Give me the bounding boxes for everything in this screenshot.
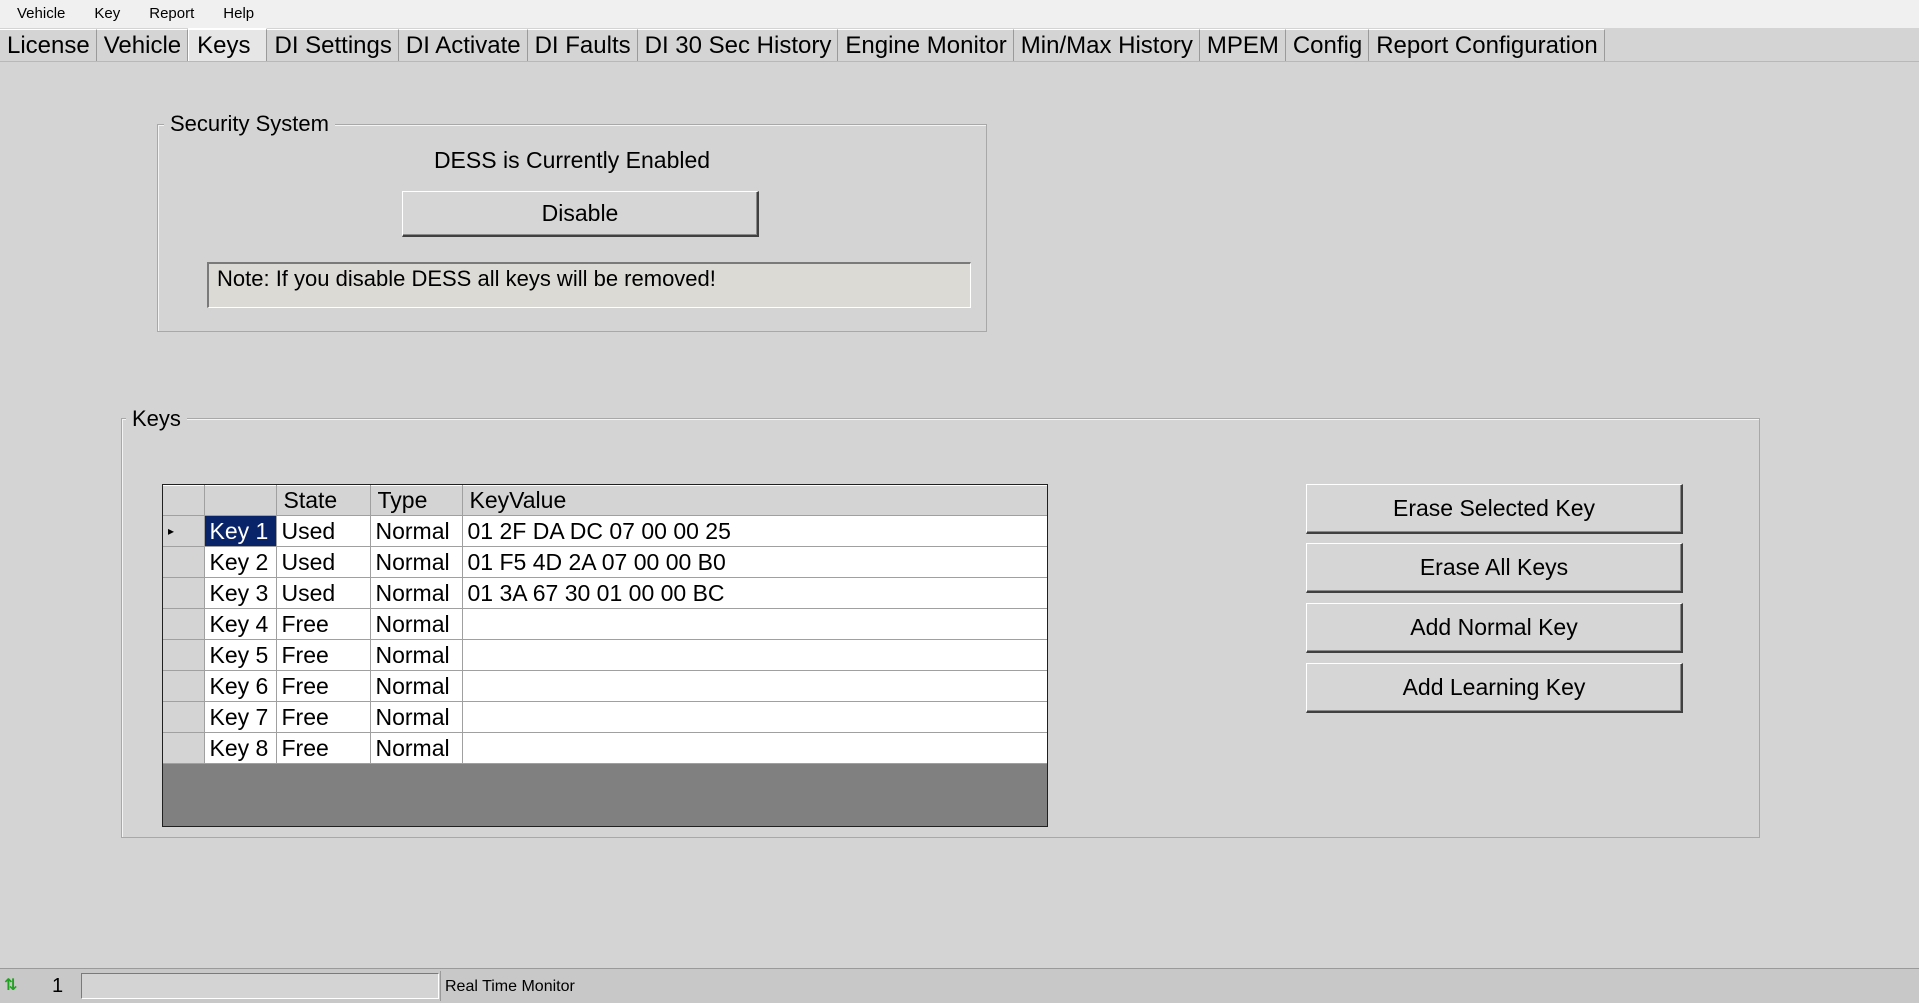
state-cell[interactable]: Free bbox=[276, 732, 371, 764]
tab-mpem[interactable]: MPEM bbox=[1199, 29, 1286, 61]
state-cell[interactable]: Free bbox=[276, 701, 371, 733]
menu-bar: Vehicle Key Report Help bbox=[0, 0, 1919, 29]
tab-di-30-sec-history[interactable]: DI 30 Sec History bbox=[637, 29, 839, 61]
type-cell[interactable]: Normal bbox=[370, 515, 463, 547]
keyvalue-cell[interactable] bbox=[462, 608, 1047, 640]
row-selector[interactable] bbox=[163, 546, 205, 578]
status-divider bbox=[440, 971, 441, 1001]
menu-vehicle[interactable]: Vehicle bbox=[0, 0, 77, 28]
tab-report-configuration[interactable]: Report Configuration bbox=[1369, 29, 1605, 61]
key-name-cell[interactable]: Key 6 bbox=[204, 670, 277, 702]
type-cell[interactable]: Normal bbox=[370, 546, 463, 578]
keys-table[interactable]: State Type KeyValue ▸ Key 1 Used Normal … bbox=[162, 484, 1048, 827]
erase-all-keys-button[interactable]: Erase All Keys bbox=[1306, 543, 1683, 593]
tab-engine-monitor[interactable]: Engine Monitor bbox=[838, 29, 1014, 61]
keyvalue-cell[interactable]: 01 3A 67 30 01 00 00 BC bbox=[462, 577, 1047, 609]
tab-config[interactable]: Config bbox=[1285, 29, 1370, 61]
key-name-cell[interactable]: Key 7 bbox=[204, 701, 277, 733]
type-cell[interactable]: Normal bbox=[370, 732, 463, 764]
dess-note: Note: If you disable DESS all keys will … bbox=[207, 262, 971, 308]
security-system-group: Security System DESS is Currently Enable… bbox=[157, 112, 987, 332]
row-selector[interactable] bbox=[163, 670, 205, 702]
table-row[interactable]: Key 8 Free Normal bbox=[163, 732, 1047, 764]
table-row[interactable]: Key 4 Free Normal bbox=[163, 608, 1047, 640]
keyvalue-cell[interactable] bbox=[462, 701, 1047, 733]
table-row[interactable]: Key 2 Used Normal 01 F5 4D 2A 07 00 00 B… bbox=[163, 546, 1047, 578]
key-name-cell[interactable]: Key 2 bbox=[204, 546, 277, 578]
key-name-cell[interactable]: Key 3 bbox=[204, 577, 277, 609]
key-name-cell[interactable]: Key 8 bbox=[204, 732, 277, 764]
dess-status-text: DESS is Currently Enabled bbox=[433, 147, 711, 173]
row-selector[interactable] bbox=[163, 608, 205, 640]
status-progress-bar bbox=[81, 973, 439, 999]
state-cell[interactable]: Used bbox=[276, 577, 371, 609]
key-name-cell[interactable]: Key 5 bbox=[204, 639, 277, 671]
table-row[interactable]: Key 3 Used Normal 01 3A 67 30 01 00 00 B… bbox=[163, 577, 1047, 609]
real-time-monitor-label: Real Time Monitor bbox=[445, 978, 575, 995]
menu-report[interactable]: Report bbox=[132, 0, 206, 28]
type-cell[interactable]: Normal bbox=[370, 639, 463, 671]
add-learning-key-button[interactable]: Add Learning Key bbox=[1306, 663, 1683, 713]
add-normal-key-button[interactable]: Add Normal Key bbox=[1306, 603, 1683, 653]
tab-license[interactable]: License bbox=[0, 29, 97, 61]
keyvalue-cell[interactable] bbox=[462, 639, 1047, 671]
tab-di-settings[interactable]: DI Settings bbox=[267, 29, 399, 61]
keyvalue-cell[interactable]: 01 F5 4D 2A 07 00 00 B0 bbox=[462, 546, 1047, 578]
type-cell[interactable]: Normal bbox=[370, 670, 463, 702]
type-cell[interactable]: Normal bbox=[370, 608, 463, 640]
key-name-cell[interactable]: Key 4 bbox=[204, 608, 277, 640]
row-selector[interactable] bbox=[163, 701, 205, 733]
state-column-header[interactable]: State bbox=[276, 485, 371, 516]
tab-vehicle[interactable]: Vehicle bbox=[96, 29, 189, 61]
row-selector[interactable] bbox=[163, 732, 205, 764]
tab-di-faults[interactable]: DI Faults bbox=[527, 29, 638, 61]
table-header-row: State Type KeyValue bbox=[163, 485, 1047, 516]
table-row[interactable]: Key 6 Free Normal bbox=[163, 670, 1047, 702]
state-cell[interactable]: Used bbox=[276, 546, 371, 578]
table-row[interactable]: Key 5 Free Normal bbox=[163, 639, 1047, 671]
state-cell[interactable]: Free bbox=[276, 670, 371, 702]
erase-selected-key-button[interactable]: Erase Selected Key bbox=[1306, 484, 1683, 534]
row-header-column bbox=[163, 485, 205, 516]
disable-button[interactable]: Disable bbox=[402, 191, 759, 237]
type-cell[interactable]: Normal bbox=[370, 701, 463, 733]
menu-key[interactable]: Key bbox=[77, 0, 132, 28]
status-count: 1 bbox=[52, 975, 64, 997]
keyvalue-cell[interactable] bbox=[462, 670, 1047, 702]
row-selector[interactable] bbox=[163, 639, 205, 671]
table-row[interactable]: ▸ Key 1 Used Normal 01 2F DA DC 07 00 00… bbox=[163, 515, 1047, 547]
tab-di-activate[interactable]: DI Activate bbox=[398, 29, 528, 61]
transfer-arrows-icon: ⇅ bbox=[4, 977, 18, 994]
tab-bar: License Vehicle Keys DI Settings DI Acti… bbox=[0, 28, 1919, 62]
state-cell[interactable]: Used bbox=[276, 515, 371, 547]
type-column-header[interactable]: Type bbox=[370, 485, 463, 516]
keyvalue-cell[interactable]: 01 2F DA DC 07 00 00 25 bbox=[462, 515, 1047, 547]
state-cell[interactable]: Free bbox=[276, 608, 371, 640]
key-name-cell[interactable]: Key 1 bbox=[204, 515, 277, 547]
tab-min-max-history[interactable]: Min/Max History bbox=[1013, 29, 1200, 61]
menu-help[interactable]: Help bbox=[206, 0, 266, 28]
keyvalue-cell[interactable] bbox=[462, 732, 1047, 764]
state-cell[interactable]: Free bbox=[276, 639, 371, 671]
table-row[interactable]: Key 7 Free Normal bbox=[163, 701, 1047, 733]
security-system-legend: Security System bbox=[164, 112, 335, 136]
status-bar: ⇅ 1 Real Time Monitor bbox=[0, 968, 1919, 1003]
key-name-column-header[interactable] bbox=[204, 485, 277, 516]
row-selector[interactable]: ▸ bbox=[163, 515, 205, 547]
tab-keys[interactable]: Keys bbox=[188, 28, 268, 61]
keyvalue-column-header[interactable]: KeyValue bbox=[462, 485, 1047, 516]
row-selector[interactable] bbox=[163, 577, 205, 609]
current-row-icon: ▸ bbox=[168, 524, 175, 538]
type-cell[interactable]: Normal bbox=[370, 577, 463, 609]
keys-legend: Keys bbox=[126, 407, 187, 431]
